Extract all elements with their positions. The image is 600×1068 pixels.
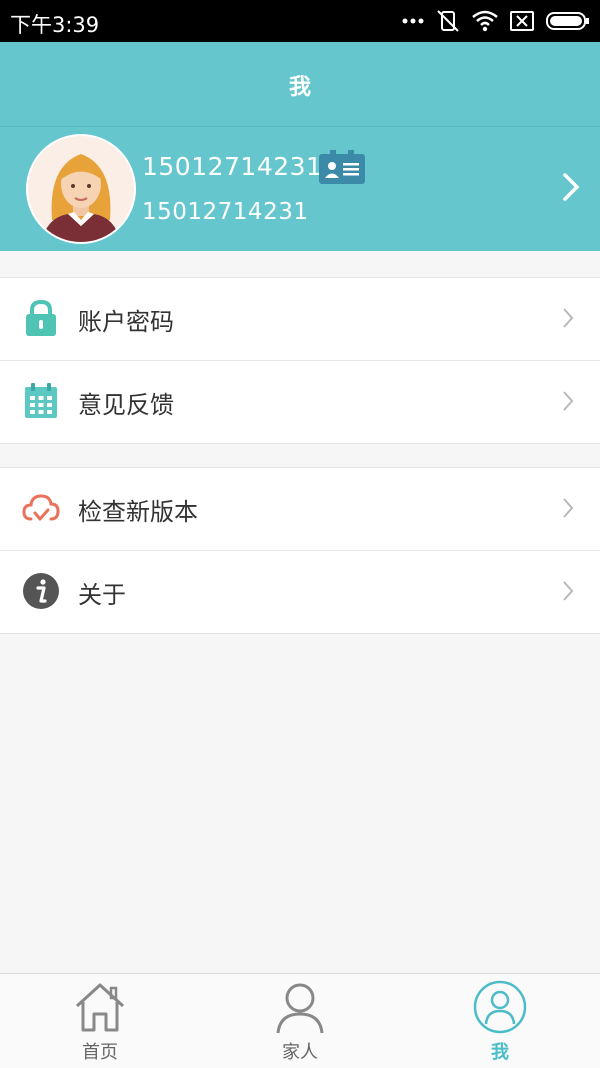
avatar-woman-icon xyxy=(28,136,134,242)
phone-primary: 15012714231 xyxy=(142,152,323,181)
tab-family[interactable]: 家人 xyxy=(200,974,400,1068)
chevron-right-icon xyxy=(563,581,574,601)
menu-item-label: 关于 xyxy=(78,581,126,609)
chevron-right-icon xyxy=(563,498,574,518)
bottom-tab-bar: 首页 家人 我 xyxy=(0,973,600,1068)
chevron-right-icon xyxy=(563,391,574,411)
menu-item-check-update[interactable]: 检查新版本 xyxy=(0,468,600,550)
tab-label: 我 xyxy=(491,1042,509,1063)
vibrate-off-icon xyxy=(437,10,459,32)
menu-item-about[interactable]: 关于 xyxy=(0,550,600,633)
menu-group-app: 检查新版本 关于 xyxy=(0,467,600,634)
tab-label: 家人 xyxy=(282,1042,318,1063)
menu-item-feedback[interactable]: 意见反馈 xyxy=(0,360,600,443)
phone-secondary: 15012714231 xyxy=(142,199,309,225)
chevron-right-icon[interactable] xyxy=(562,172,580,202)
chevron-right-icon xyxy=(563,308,574,328)
status-time: 下午3:39 xyxy=(10,13,100,37)
status-icons xyxy=(402,8,590,34)
status-bar: 下午3:39 xyxy=(0,0,600,42)
battery-icon xyxy=(546,12,589,30)
profile-icon xyxy=(473,980,527,1034)
wifi-icon xyxy=(472,10,498,32)
home-icon xyxy=(75,983,125,1032)
avatar[interactable] xyxy=(26,134,136,244)
calendar-icon xyxy=(25,383,57,418)
menu-item-label: 账户密码 xyxy=(78,308,174,336)
lock-icon xyxy=(26,299,56,336)
cloud-check-icon xyxy=(22,494,60,521)
sim-off-icon xyxy=(510,11,534,31)
person-icon xyxy=(276,983,324,1034)
title-bar: 我 xyxy=(0,42,600,127)
menu-item-account-password[interactable]: 账户密码 xyxy=(0,278,600,360)
tab-home[interactable]: 首页 xyxy=(0,974,200,1068)
tab-me[interactable]: 我 xyxy=(400,974,600,1068)
page-title: 我 xyxy=(288,75,311,100)
menu-item-label: 意见反馈 xyxy=(78,391,174,419)
tab-label: 首页 xyxy=(82,1042,118,1063)
info-icon xyxy=(23,573,59,609)
menu-group-account: 账户密码 意见反馈 xyxy=(0,277,600,444)
menu-item-label: 检查新版本 xyxy=(78,498,198,526)
profile-card[interactable]: 15012714231 15012714231 xyxy=(0,127,600,251)
id-card-icon xyxy=(319,150,365,184)
more-dots-icon xyxy=(402,18,424,24)
